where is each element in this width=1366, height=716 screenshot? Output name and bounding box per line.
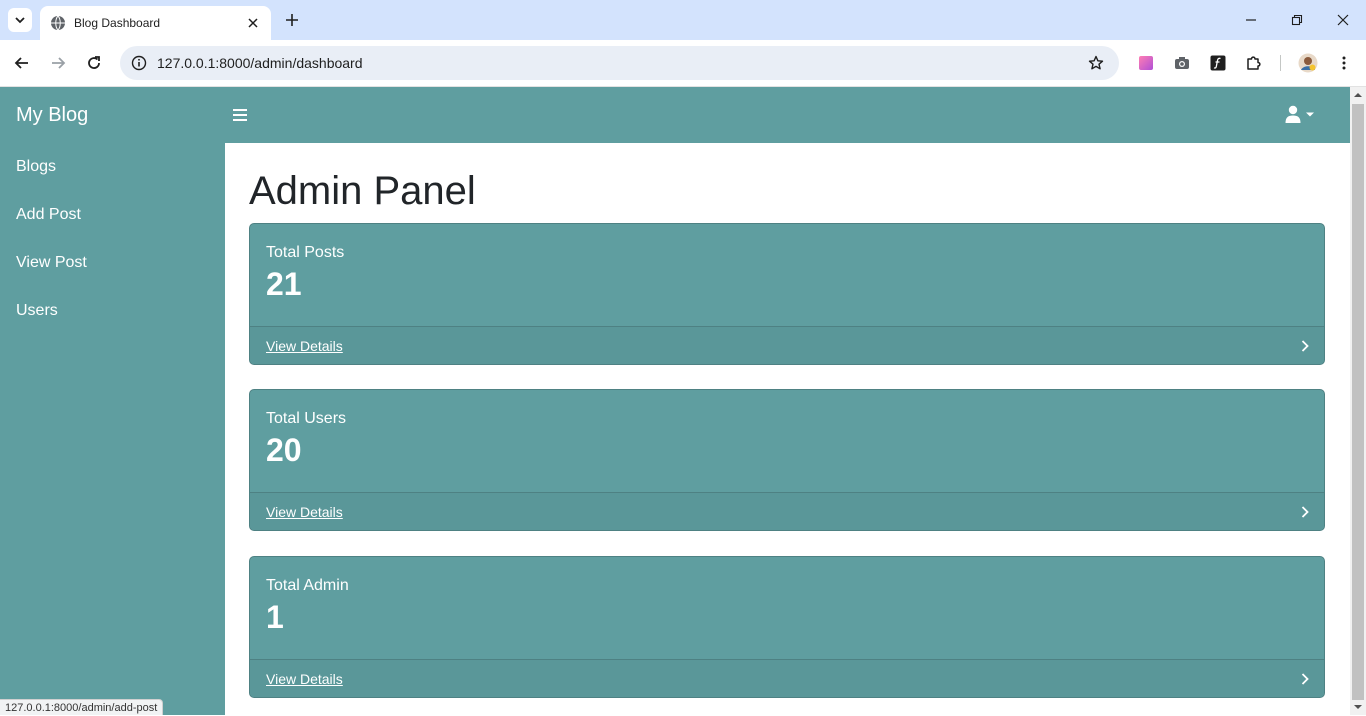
browser-toolbar: 127.0.0.1:8000/admin/dashboard [0, 40, 1366, 87]
sidebar: My Blog Blogs Add Post View Post Users [0, 87, 225, 715]
close-icon [248, 18, 258, 28]
card-label: Total Users [266, 410, 347, 427]
link-status-bubble: 127.0.0.1:8000/admin/add-post [0, 699, 164, 715]
brand-link[interactable]: My Blog [16, 104, 88, 127]
scroll-up-arrow-icon[interactable] [1354, 91, 1362, 99]
chevron-right-icon [1301, 506, 1309, 518]
restore-window-button[interactable] [1285, 8, 1309, 32]
reload-icon [88, 56, 100, 69]
card-value: 21 [266, 266, 302, 302]
browser-tabstrip: Blog Dashboard [0, 0, 1366, 40]
stat-card-total-posts: Total Posts 21 View Details [249, 223, 1325, 365]
card-value: 1 [266, 599, 284, 635]
card-footer: View Details [250, 492, 1324, 530]
star-icon [1088, 55, 1104, 70]
sidebar-item-add-post[interactable]: Add Post [16, 206, 81, 224]
stat-card-total-users: Total Users 20 View Details [249, 389, 1325, 531]
browser-tab-active[interactable]: Blog Dashboard [40, 6, 271, 40]
reload-button[interactable] [82, 51, 106, 75]
hamburger-icon-bar [233, 119, 247, 121]
card-label: Total Posts [266, 244, 345, 261]
new-tab-button[interactable] [281, 9, 303, 31]
view-details-link[interactable]: View Details [266, 504, 343, 520]
info-icon [131, 55, 147, 71]
arrow-left-icon [14, 57, 28, 69]
chevron-down-icon [15, 17, 25, 24]
puzzle-icon [1247, 56, 1261, 70]
chevron-right-icon [1301, 340, 1309, 352]
hamburger-icon-bar [233, 109, 247, 111]
plus-icon [286, 14, 298, 26]
card-label: Total Admin [266, 577, 349, 594]
close-window-button[interactable] [1331, 8, 1355, 32]
tab-search-button[interactable] [8, 8, 32, 32]
caret-down-icon [1306, 112, 1314, 117]
globe-icon [51, 15, 65, 31]
extension-button-1[interactable] [1134, 51, 1158, 75]
arrow-right-icon [52, 57, 66, 69]
sidebar-toggle-button[interactable] [233, 107, 247, 123]
card-value: 20 [266, 432, 302, 468]
hamburger-icon-bar [233, 114, 247, 116]
close-icon [1337, 14, 1349, 26]
card-footer: View Details [250, 326, 1324, 364]
profile-button[interactable] [1296, 51, 1320, 75]
scrollbar-thumb[interactable] [1352, 104, 1364, 700]
sidebar-item-blogs[interactable]: Blogs [16, 158, 56, 176]
card-footer: View Details [250, 659, 1324, 697]
function-icon [1210, 55, 1226, 71]
extension-button-3[interactable] [1206, 51, 1230, 75]
user-icon [1285, 105, 1301, 123]
page-viewport: My Blog Blogs Add Post View Post Users A… [0, 87, 1350, 715]
tab-title: Blog Dashboard [74, 16, 161, 30]
avatar-icon [1298, 53, 1318, 73]
chevron-right-icon [1301, 673, 1309, 685]
forward-button[interactable] [46, 51, 70, 75]
scroll-down-arrow-icon[interactable] [1354, 703, 1362, 711]
toolbar-separator [1280, 55, 1281, 71]
browser-menu-button[interactable] [1332, 51, 1356, 75]
minimize-icon [1246, 19, 1256, 21]
back-button[interactable] [10, 51, 34, 75]
stat-card-total-admin: Total Admin 1 View Details [249, 556, 1325, 698]
extension-button-2[interactable] [1170, 51, 1194, 75]
gradient-square-icon [1139, 56, 1153, 70]
kebab-menu-icon [1342, 56, 1346, 70]
view-details-link[interactable]: View Details [266, 338, 343, 354]
page-title: Admin Panel [249, 169, 476, 213]
page-scrollbar[interactable] [1350, 87, 1366, 715]
sidebar-item-users[interactable]: Users [16, 302, 58, 320]
minimize-window-button[interactable] [1239, 8, 1263, 32]
close-tab-button[interactable] [245, 15, 261, 31]
top-navbar [225, 87, 1350, 143]
camera-icon [1175, 57, 1189, 69]
restore-icon [1291, 14, 1303, 26]
bookmark-button[interactable] [1079, 46, 1113, 80]
url-text[interactable]: 127.0.0.1:8000/admin/dashboard [157, 55, 1079, 71]
extensions-menu-button[interactable] [1242, 51, 1266, 75]
site-info-button[interactable] [122, 46, 156, 80]
address-bar[interactable]: 127.0.0.1:8000/admin/dashboard [120, 46, 1119, 80]
sidebar-item-view-post[interactable]: View Post [16, 254, 87, 272]
view-details-link[interactable]: View Details [266, 671, 343, 687]
user-menu-button[interactable] [1285, 105, 1315, 123]
